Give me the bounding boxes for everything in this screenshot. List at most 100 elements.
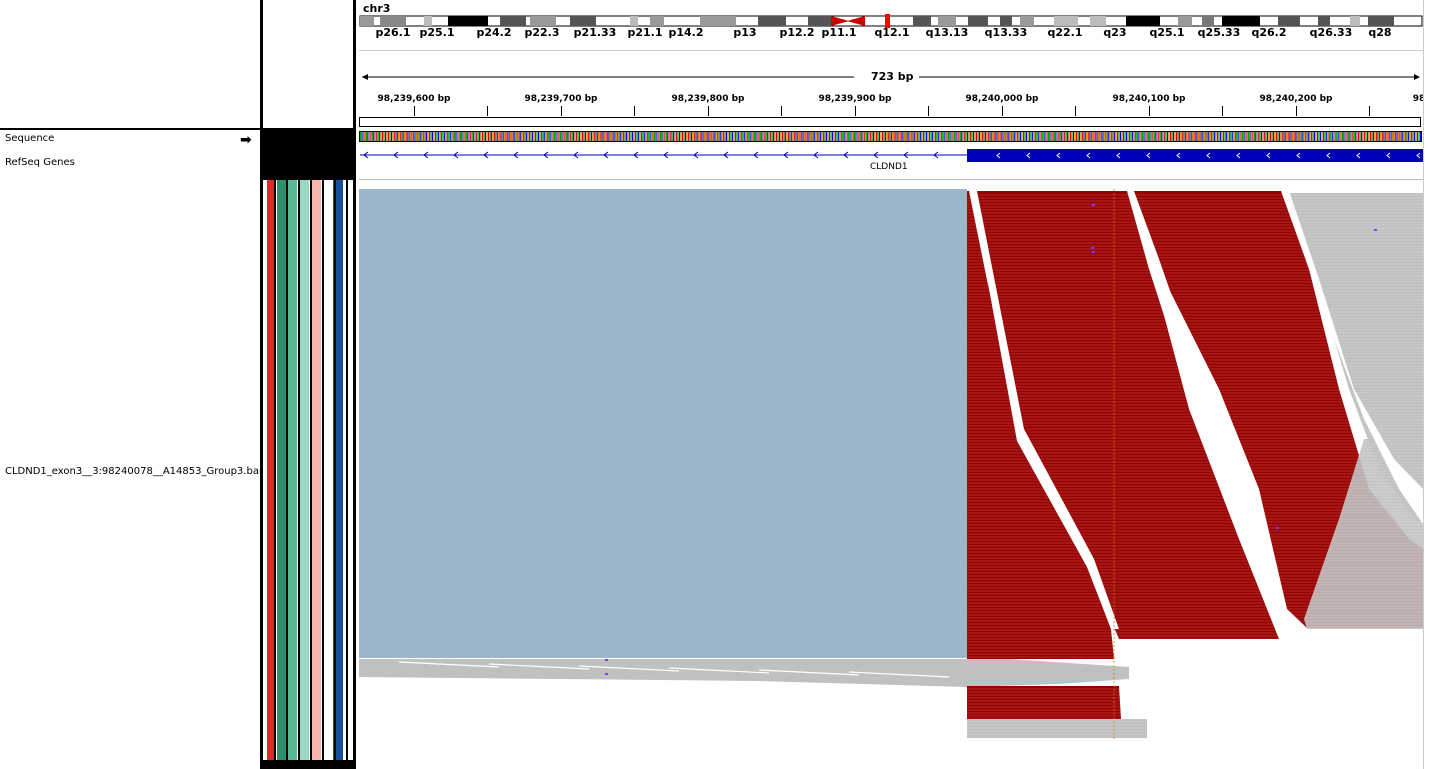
ruler-box[interactable] bbox=[359, 117, 1421, 127]
cytoband bbox=[448, 16, 488, 26]
mismatch-mark bbox=[1091, 247, 1094, 249]
cytoband bbox=[1090, 16, 1106, 26]
collapsed-coverage-region bbox=[359, 189, 967, 658]
band-label: p24.2 bbox=[476, 26, 512, 39]
cytoband bbox=[650, 16, 664, 26]
band-label: q25.1 bbox=[1149, 26, 1185, 39]
ruler-tick bbox=[781, 106, 782, 116]
ruler-tick bbox=[928, 106, 929, 116]
band-label: p25.1 bbox=[419, 26, 455, 39]
ruler-tick bbox=[1075, 106, 1076, 116]
attribute-column[interactable] bbox=[311, 180, 321, 760]
attribute-separator bbox=[322, 130, 324, 760]
cytoband bbox=[1202, 16, 1214, 26]
mismatch-mark bbox=[1092, 204, 1095, 206]
band-label: q23 bbox=[1103, 26, 1127, 39]
ruler-tick-label: 98 bbox=[1412, 94, 1423, 104]
ruler-tick bbox=[1002, 106, 1003, 116]
cytoband bbox=[808, 16, 832, 26]
strand-arrow-icon[interactable]: ➡ bbox=[240, 132, 252, 148]
cytoband bbox=[700, 16, 736, 26]
band-label: p14.2 bbox=[668, 26, 704, 39]
attribute-column[interactable] bbox=[277, 180, 286, 760]
band-label: q25.33 bbox=[1197, 26, 1241, 39]
data-panel: chr3 p26.1 p25.1 p24.2 p22.3 p21.33 p21.1 p14.… bbox=[359, 0, 1423, 769]
band-label: q26.33 bbox=[1309, 26, 1353, 39]
cytoband bbox=[968, 16, 988, 26]
ruler-tick-label: 98,240,200 bp bbox=[1259, 94, 1333, 104]
cytoband bbox=[530, 16, 556, 26]
cytoband bbox=[1000, 16, 1012, 26]
attribute-separator bbox=[286, 130, 288, 760]
ruler-tick-label: 98,240,100 bp bbox=[1112, 94, 1186, 104]
band-label: p26.1 bbox=[375, 26, 411, 39]
cytoband bbox=[1318, 16, 1330, 26]
attribute-separator bbox=[274, 130, 276, 760]
cytoband bbox=[360, 16, 374, 26]
alignment-track[interactable] bbox=[359, 189, 1423, 769]
sequence-track-name[interactable]: Sequence bbox=[5, 133, 54, 144]
attribute-panel bbox=[260, 0, 356, 769]
right-arrow-icon bbox=[1414, 74, 1420, 80]
gene-track-divider bbox=[359, 179, 1423, 180]
band-label: q28 bbox=[1368, 26, 1392, 39]
ruler-tick bbox=[855, 106, 856, 116]
cytoband bbox=[1278, 16, 1300, 26]
band-label: q12.1 bbox=[874, 26, 910, 39]
attribute-column[interactable] bbox=[299, 180, 309, 760]
attribute-column[interactable] bbox=[323, 180, 331, 760]
cytoband bbox=[1020, 16, 1034, 26]
read-block bbox=[359, 659, 1129, 687]
track-name-panel: Sequence ➡ RefSeq Genes CLDND1_exon3__3:… bbox=[0, 0, 269, 769]
ruler-tick-label: 98,239,900 bp bbox=[818, 94, 892, 104]
cytoband bbox=[500, 16, 526, 26]
cytoband bbox=[913, 16, 931, 26]
cytoband bbox=[380, 16, 406, 26]
attribute-footer-block bbox=[263, 760, 353, 769]
cytoband bbox=[1222, 16, 1260, 26]
cytoband bbox=[570, 16, 596, 26]
cytoband bbox=[1368, 16, 1394, 26]
header-divider bbox=[0, 128, 260, 130]
mismatch-mark bbox=[1092, 251, 1095, 253]
ruler-tick bbox=[561, 106, 562, 116]
cytoband bbox=[1178, 16, 1192, 26]
ideogram-divider bbox=[359, 50, 1423, 51]
band-label: q13.33 bbox=[984, 26, 1028, 39]
ruler-tick bbox=[1369, 106, 1370, 116]
attribute-header-block bbox=[263, 130, 353, 180]
band-label: q22.1 bbox=[1047, 26, 1083, 39]
ruler-tick bbox=[1222, 106, 1223, 116]
attribute-column[interactable] bbox=[287, 180, 297, 760]
cytoband bbox=[424, 16, 432, 26]
cytoband bbox=[630, 16, 638, 26]
band-label: p13 bbox=[733, 26, 757, 39]
refseq-track-name[interactable]: RefSeq Genes bbox=[5, 157, 75, 168]
bam-track-name[interactable]: CLDND1_exon3__3:98240078__A14853_Group3.… bbox=[5, 466, 269, 477]
ruler-tick-label: 98,239,800 bp bbox=[671, 94, 745, 104]
ruler-tick bbox=[708, 106, 709, 116]
band-label: p11.1 bbox=[821, 26, 857, 39]
band-label: q26.2 bbox=[1251, 26, 1287, 39]
gene-name-label[interactable]: CLDND1 bbox=[870, 162, 908, 172]
attribute-separator bbox=[334, 130, 336, 760]
cytoband bbox=[938, 16, 956, 26]
band-label: p22.3 bbox=[524, 26, 560, 39]
sequence-track[interactable] bbox=[359, 131, 1423, 142]
ruler-tick bbox=[487, 106, 488, 116]
left-arrow-icon bbox=[362, 74, 368, 80]
band-label: p12.2 bbox=[779, 26, 815, 39]
cytoband bbox=[1350, 16, 1360, 26]
attribute-separator bbox=[310, 130, 312, 760]
band-label: p21.1 bbox=[627, 26, 663, 39]
ruler-tick-label: 98,239,600 bp bbox=[377, 94, 451, 104]
band-label: p21.33 bbox=[573, 26, 617, 39]
mismatch-mark bbox=[1276, 527, 1279, 529]
band-label: q13.13 bbox=[925, 26, 969, 39]
cytoband bbox=[1126, 16, 1160, 26]
attribute-separator bbox=[346, 130, 348, 760]
ruler-tick bbox=[414, 106, 415, 116]
ruler-tick-label: 98,240,000 bp bbox=[965, 94, 1039, 104]
ruler-tick bbox=[634, 106, 635, 116]
attribute-separator bbox=[298, 130, 300, 760]
